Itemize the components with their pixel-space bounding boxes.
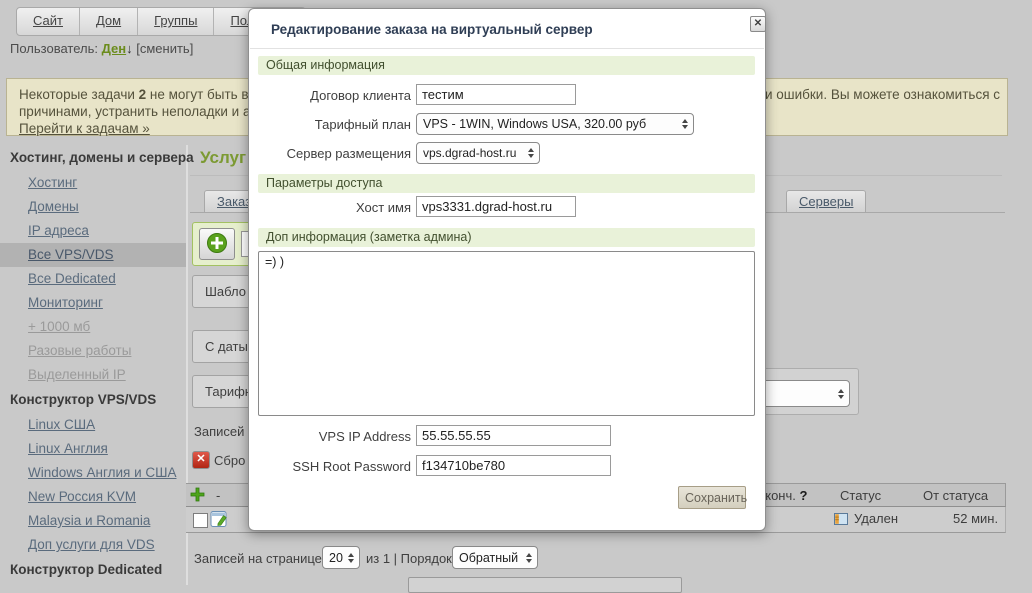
sidebar-item-linux-england[interactable]: Linux Англия: [0, 437, 186, 461]
vps-ip-label: VPS IP Address: [257, 429, 411, 444]
user-dropdown-arrow-icon[interactable]: ↓: [126, 41, 133, 56]
sidebar-item-hosting[interactable]: Хостинг: [0, 171, 186, 195]
sidebar-item-new-russia-kvm[interactable]: New Россия KVM: [0, 485, 186, 509]
reset-filters-label[interactable]: Сбро: [214, 453, 245, 468]
user-bar-label: Пользователь:: [10, 41, 98, 56]
sidebar-section-dedicated-constructor: Конструктор Dedicated: [0, 557, 186, 583]
edit-vps-order-dialog: Редактирование заказа на виртуальный сер…: [248, 8, 766, 531]
sidebar-section-hosting: Хостинг, домены и сервера: [0, 145, 186, 171]
dialog-title: Редактирование заказа на виртуальный сер…: [271, 22, 593, 37]
sidebar-item-all-vps[interactable]: Все VPS/VDS: [0, 243, 186, 267]
records-per-page-select[interactable]: 20: [322, 546, 360, 569]
status-icon: [834, 512, 848, 529]
page-title: Услуг: [200, 148, 246, 168]
section-access-params: Параметры доступа: [258, 174, 755, 193]
ssh-password-input[interactable]: [416, 455, 611, 476]
save-button[interactable]: Сохранить: [678, 486, 746, 509]
change-user-link[interactable]: [сменить]: [136, 41, 193, 56]
stepper-icon: [526, 553, 532, 563]
nav-tab-home[interactable]: Дом: [80, 8, 138, 35]
reset-filters-icon[interactable]: ✕: [192, 451, 210, 469]
column-dash: -: [216, 488, 220, 503]
user-name-link[interactable]: Ден: [102, 41, 127, 56]
ssh-password-label: SSH Root Password: [257, 459, 411, 474]
section-admin-note: Доп информация (заметка админа): [258, 228, 755, 247]
row-status-value: Удален: [854, 511, 898, 526]
section-general-info: Общая информация: [258, 56, 755, 75]
add-circle-icon: [206, 232, 228, 257]
order-select[interactable]: Обратный: [452, 546, 538, 569]
contract-input[interactable]: [416, 84, 576, 105]
column-from-status[interactable]: От статуса: [923, 488, 988, 503]
add-row-icon[interactable]: [190, 487, 205, 505]
tariff-plan-select[interactable]: VPS - 1WIN, Windows USA, 320.00 руб: [416, 113, 694, 135]
placement-server-label: Сервер размещения: [257, 146, 411, 161]
sidebar-item-ip-addresses[interactable]: IP адреса: [0, 219, 186, 243]
tab-servers[interactable]: Серверы: [786, 190, 866, 212]
user-bar: Пользователь: Ден↓ [сменить]: [10, 41, 193, 56]
sidebar: Хостинг, домены и сервера Хостинг Домены…: [0, 145, 186, 583]
warning-line-1-right: и ошибки. Вы можете ознакомиться с: [765, 86, 1000, 103]
edit-icon[interactable]: [210, 510, 228, 531]
placement-server-select[interactable]: vps.dgrad-host.ru: [416, 142, 540, 164]
stepper-icon: [682, 119, 688, 129]
nav-tab-groups[interactable]: Группы: [138, 8, 214, 35]
sidebar-item-1000mb[interactable]: + 1000 мб: [0, 315, 186, 339]
help-icon[interactable]: ?: [799, 488, 807, 503]
add-order-button[interactable]: [199, 228, 235, 260]
sidebar-item-windows-england-usa[interactable]: Windows Англия и США: [0, 461, 186, 485]
records-per-page-label: Записей на странице:: [194, 551, 326, 566]
row-from-status-value: 52 мин.: [953, 511, 998, 526]
stepper-icon: [838, 389, 844, 399]
stepper-icon: [348, 553, 354, 563]
sidebar-item-vds-extra-services[interactable]: Доп услуги для VDS: [0, 533, 186, 557]
sidebar-item-monitoring[interactable]: Мониторинг: [0, 291, 186, 315]
pagination-order-label: из 1 | Порядок:: [366, 551, 455, 566]
sidebar-item-domains[interactable]: Домены: [0, 195, 186, 219]
row-checkbox[interactable]: [193, 513, 208, 528]
sidebar-item-linux-usa[interactable]: Linux США: [0, 413, 186, 437]
admin-note-textarea[interactable]: =) ): [258, 251, 755, 416]
bottom-partial-panel: [408, 577, 682, 593]
hostname-label: Хост имя: [257, 200, 411, 215]
sidebar-item-all-dedicated[interactable]: Все Dedicated: [0, 267, 186, 291]
column-status[interactable]: Статус: [840, 488, 881, 503]
hostname-input[interactable]: [416, 196, 576, 217]
close-icon[interactable]: ✕: [750, 16, 766, 32]
sidebar-section-vps-constructor: Конструктор VPS/VDS: [0, 387, 186, 413]
stepper-icon: [528, 148, 534, 158]
contract-label: Договор клиента: [257, 88, 411, 103]
title-separator: [250, 48, 764, 49]
records-label: Записей: [194, 424, 244, 439]
sidebar-item-dedicated-ip[interactable]: Выделенный IP: [0, 363, 186, 387]
nav-tab-site[interactable]: Сайт: [17, 8, 80, 35]
tariff-plan-label: Тарифный план: [257, 117, 411, 132]
sidebar-item-malaysia-romania[interactable]: Malaysia и Romania: [0, 509, 186, 533]
sidebar-item-one-time-jobs[interactable]: Разовые работы: [0, 339, 186, 363]
vps-ip-input[interactable]: [416, 425, 611, 446]
